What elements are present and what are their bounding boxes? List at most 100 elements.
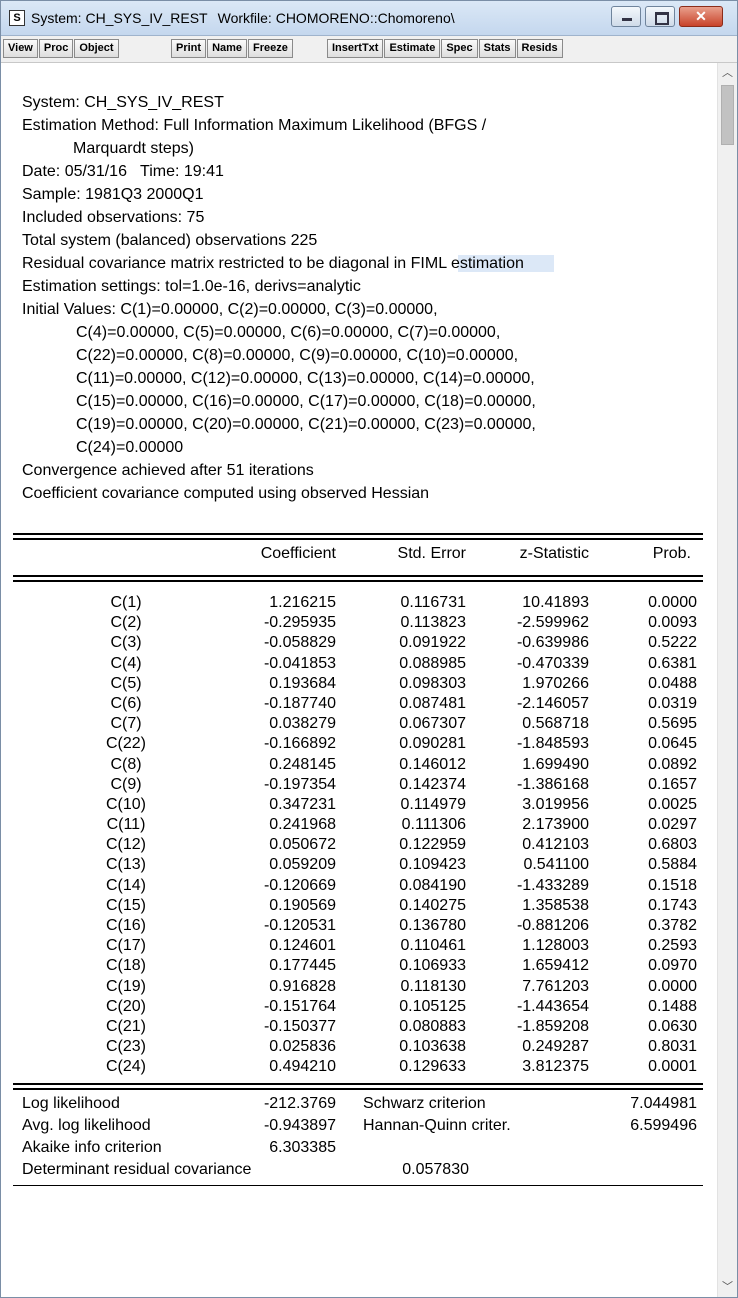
row-prob: 0.6803 bbox=[648, 836, 697, 854]
maximize-button[interactable] bbox=[645, 6, 675, 27]
system-object-icon: S bbox=[9, 10, 25, 26]
table-column-header: Coefficient Std. Error z-Statistic Prob. bbox=[1, 545, 717, 571]
residual-note-text: Residual covariance matrix restricted to… bbox=[22, 255, 554, 272]
row-z-statistic: -1.848593 bbox=[516, 735, 589, 753]
estimation-output[interactable]: System: CH_SYS_IV_REST Estimation Method… bbox=[1, 63, 717, 1297]
row-z-statistic: -1.386168 bbox=[516, 775, 589, 793]
row-name: C(23) bbox=[105, 1038, 146, 1056]
toolbar-group-print: Print Name Freeze bbox=[171, 39, 294, 58]
row-prob: 0.0645 bbox=[648, 735, 697, 753]
row-coefficient: 0.248145 bbox=[269, 755, 336, 773]
header-settings: Estimation settings: tol=1.0e-16, derivs… bbox=[22, 278, 361, 295]
row-coefficient: 0.124601 bbox=[269, 937, 336, 955]
stat-row-4: Determinant residual covariance 0.057830 bbox=[1, 1159, 717, 1181]
row-prob: 0.5884 bbox=[648, 856, 697, 874]
log-likelihood-value: -212.3769 bbox=[263, 1095, 336, 1112]
row-name: C(24) bbox=[105, 1058, 146, 1076]
row-name: C(16) bbox=[105, 917, 146, 934]
resids-button[interactable]: Resids bbox=[516, 39, 563, 58]
table-row: C(21) -0.150377 0.080883 -1.859208 0.0630 bbox=[1, 1017, 717, 1037]
row-prob: 0.0093 bbox=[648, 614, 697, 632]
stats-button[interactable]: Stats bbox=[478, 39, 516, 58]
row-std-error: 0.080883 bbox=[399, 1017, 466, 1035]
table-row: C(13) 0.059209 0.109423 0.541100 0.5884 bbox=[1, 855, 717, 875]
row-name: C(9) bbox=[110, 775, 142, 793]
row-std-error: 0.116731 bbox=[400, 594, 466, 611]
table-row: C(23) 0.025836 0.103638 0.249287 0.8031 bbox=[1, 1037, 717, 1057]
row-std-error: 0.113823 bbox=[400, 614, 466, 632]
row-z-statistic: 1.659412 bbox=[522, 957, 589, 975]
row-name: C(15) bbox=[105, 896, 146, 914]
row-coefficient: -0.120669 bbox=[263, 876, 336, 894]
vertical-scrollbar[interactable]: ︿ ﹀ bbox=[717, 63, 737, 1297]
row-coefficient: 0.494210 bbox=[269, 1058, 336, 1076]
object-button[interactable]: Object bbox=[74, 39, 119, 58]
proc-button[interactable]: Proc bbox=[38, 39, 74, 58]
row-z-statistic: 3.019956 bbox=[522, 795, 589, 813]
row-z-statistic: -1.433289 bbox=[516, 876, 589, 894]
row-prob: 0.0892 bbox=[648, 755, 697, 773]
freeze-button[interactable]: Freeze bbox=[248, 39, 293, 58]
row-prob: 0.2593 bbox=[648, 937, 697, 955]
row-coefficient: -0.150377 bbox=[263, 1017, 336, 1035]
row-prob: 0.5695 bbox=[648, 715, 697, 733]
row-prob: 0.0000 bbox=[648, 977, 697, 995]
name-button[interactable]: Name bbox=[207, 39, 248, 58]
print-button[interactable]: Print bbox=[171, 39, 207, 58]
table-row: C(17) 0.124601 0.110461 1.128003 0.2593 bbox=[1, 936, 717, 956]
stat-row-2: Avg. log likelihood -0.943897 Hannan-Qui… bbox=[1, 1115, 717, 1137]
header-initial-values-0: Initial Values: C(1)=0.00000, C(2)=0.000… bbox=[22, 301, 438, 318]
header-initial-values-3: C(11)=0.00000, C(12)=0.00000, C(13)=0.00… bbox=[76, 370, 535, 387]
table-row: C(20) -0.151764 0.105125 -1.443654 0.1488 bbox=[1, 997, 717, 1017]
row-name: C(22) bbox=[105, 735, 146, 753]
row-coefficient: 0.241968 bbox=[269, 816, 336, 834]
row-name: C(5) bbox=[110, 674, 142, 692]
scroll-up-arrow-icon[interactable]: ︿ bbox=[718, 63, 737, 83]
scroll-thumb[interactable] bbox=[721, 85, 734, 145]
title-bar[interactable]: S System: CH_SYS_IV_REST Workfile: CHOMOR… bbox=[1, 1, 737, 36]
row-std-error: 0.084190 bbox=[399, 876, 466, 894]
row-prob: 0.8031 bbox=[648, 1038, 697, 1056]
header-initial-values-6: C(24)=0.00000 bbox=[76, 439, 184, 456]
hq-value: 6.599496 bbox=[630, 1117, 697, 1134]
row-prob: 0.1657 bbox=[648, 775, 697, 793]
row-z-statistic: -0.881206 bbox=[516, 917, 589, 934]
schwarz-label: Schwarz criterion bbox=[363, 1095, 486, 1112]
row-std-error: 0.091922 bbox=[399, 634, 466, 652]
minimize-button[interactable] bbox=[611, 6, 641, 27]
stat-row-1: Log likelihood -212.3769 Schwarz criteri… bbox=[1, 1093, 717, 1115]
row-coefficient: -0.041853 bbox=[263, 654, 336, 672]
close-button[interactable]: ✕ bbox=[679, 6, 723, 27]
spec-button[interactable]: Spec bbox=[441, 39, 478, 58]
table-header-rule bbox=[13, 575, 703, 582]
row-prob: 0.1518 bbox=[648, 876, 697, 894]
row-z-statistic: 0.412103 bbox=[522, 836, 589, 854]
row-prob: 0.1743 bbox=[648, 896, 697, 914]
table-row: C(4) -0.041853 0.088985 -0.470339 0.6381 bbox=[1, 654, 717, 674]
table-row: C(12) 0.050672 0.122959 0.412103 0.6803 bbox=[1, 835, 717, 855]
col-coefficient: Coefficient bbox=[260, 545, 336, 562]
akaike-value: 6.303385 bbox=[269, 1139, 336, 1156]
estimate-button[interactable]: Estimate bbox=[384, 39, 441, 58]
row-coefficient: 0.025836 bbox=[269, 1038, 336, 1056]
row-z-statistic: 0.541100 bbox=[523, 856, 589, 874]
row-z-statistic: 1.358538 bbox=[522, 896, 589, 914]
header-initial-values-5: C(19)=0.00000, C(20)=0.00000, C(21)=0.00… bbox=[76, 416, 536, 433]
row-std-error: 0.105125 bbox=[399, 997, 466, 1015]
view-button[interactable]: View bbox=[3, 39, 38, 58]
inserttxt-button[interactable]: InsertTxt bbox=[327, 39, 384, 58]
row-name: C(6) bbox=[110, 694, 142, 712]
row-name: C(1) bbox=[110, 594, 142, 611]
scroll-down-arrow-icon[interactable]: ﹀ bbox=[718, 1277, 737, 1297]
col-std-error: Std. Error bbox=[397, 545, 466, 562]
row-z-statistic: 3.812375 bbox=[522, 1058, 589, 1076]
row-std-error: 0.109423 bbox=[399, 856, 466, 874]
header-included: Included observations: 75 bbox=[22, 209, 205, 226]
header-system: System: CH_SYS_IV_REST bbox=[22, 94, 224, 111]
table-row: C(8) 0.248145 0.146012 1.699490 0.0892 bbox=[1, 755, 717, 775]
row-name: C(18) bbox=[105, 957, 146, 975]
row-coefficient: -0.187740 bbox=[263, 694, 336, 712]
row-std-error: 0.090281 bbox=[399, 735, 466, 753]
row-prob: 0.0297 bbox=[648, 816, 697, 834]
table-row: C(10) 0.347231 0.114979 3.019956 0.0025 bbox=[1, 795, 717, 815]
